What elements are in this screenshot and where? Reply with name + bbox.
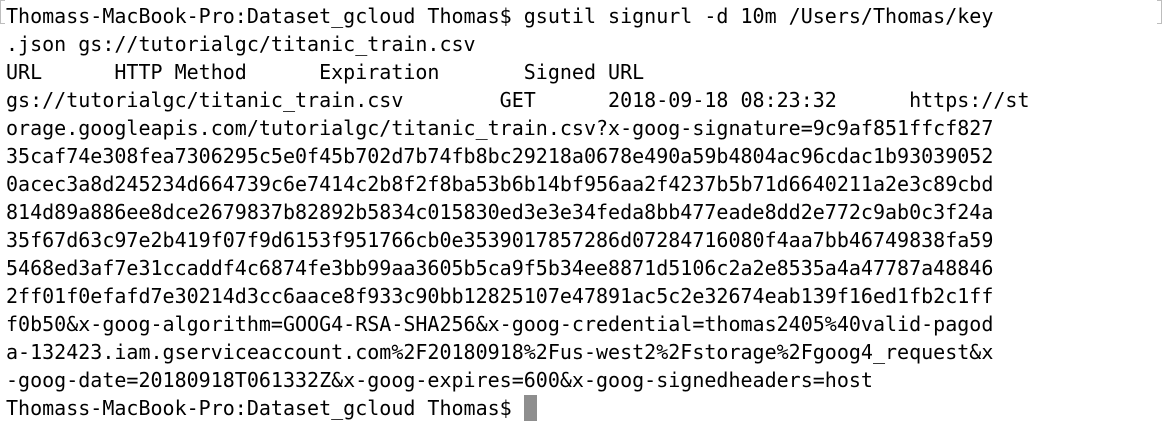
command-line: Thomass-MacBook-Pro:Dataset_gcloud Thoma… — [6, 4, 994, 28]
output-header-row: URL HTTP Method Expiration Signed URL — [6, 60, 645, 84]
signed-url-line: orage.googleapis.com/tutorialgc/titanic_… — [6, 116, 994, 140]
signed-url-line: 0acec3a8d245234d664739c6e7414c2b8f2f8ba5… — [6, 172, 994, 196]
signed-url-line: 35f67d63c97e2b419f07f9d6153f951766cb0e35… — [6, 228, 994, 252]
terminal-window[interactable]: Thomass-MacBook-Pro:Dataset_gcloud Thoma… — [0, 0, 1162, 426]
selection-bracket-left — [0, 0, 5, 24]
shell-prompt: Thomass-MacBook-Pro:Dataset_gcloud Thoma… — [6, 396, 524, 420]
command-line-wrap: .json gs://tutorialgc/titanic_train.csv — [6, 32, 476, 56]
signed-url-line: f0b50&x-goog-algorithm=GOOG4-RSA-SHA256&… — [6, 312, 994, 336]
prompt-line[interactable]: Thomass-MacBook-Pro:Dataset_gcloud Thoma… — [6, 394, 1162, 422]
signed-url-line: a-132423.iam.gserviceaccount.com%2F20180… — [6, 340, 994, 364]
selection-bracket-right — [1157, 0, 1162, 24]
signed-url-line: 2ff01f0efafd7e30214d3cc6aace8f933c90bb12… — [6, 284, 994, 308]
signed-url-line: 5468ed3af7e31ccaddf4c6874fe3bb99aa3605b5… — [6, 256, 994, 280]
signed-url-line: 814d89a886ee8dce2679837b82892b5834c01583… — [6, 200, 994, 224]
signed-url-line: -goog-date=20180918T061332Z&x-goog-expir… — [6, 368, 873, 392]
text-cursor — [523, 395, 537, 421]
output-data-row: gs://tutorialgc/titanic_train.csv GET 20… — [6, 88, 1030, 112]
signed-url-line: 35caf74e308fea7306295c5e0f45b702d7b74fb8… — [6, 144, 994, 168]
